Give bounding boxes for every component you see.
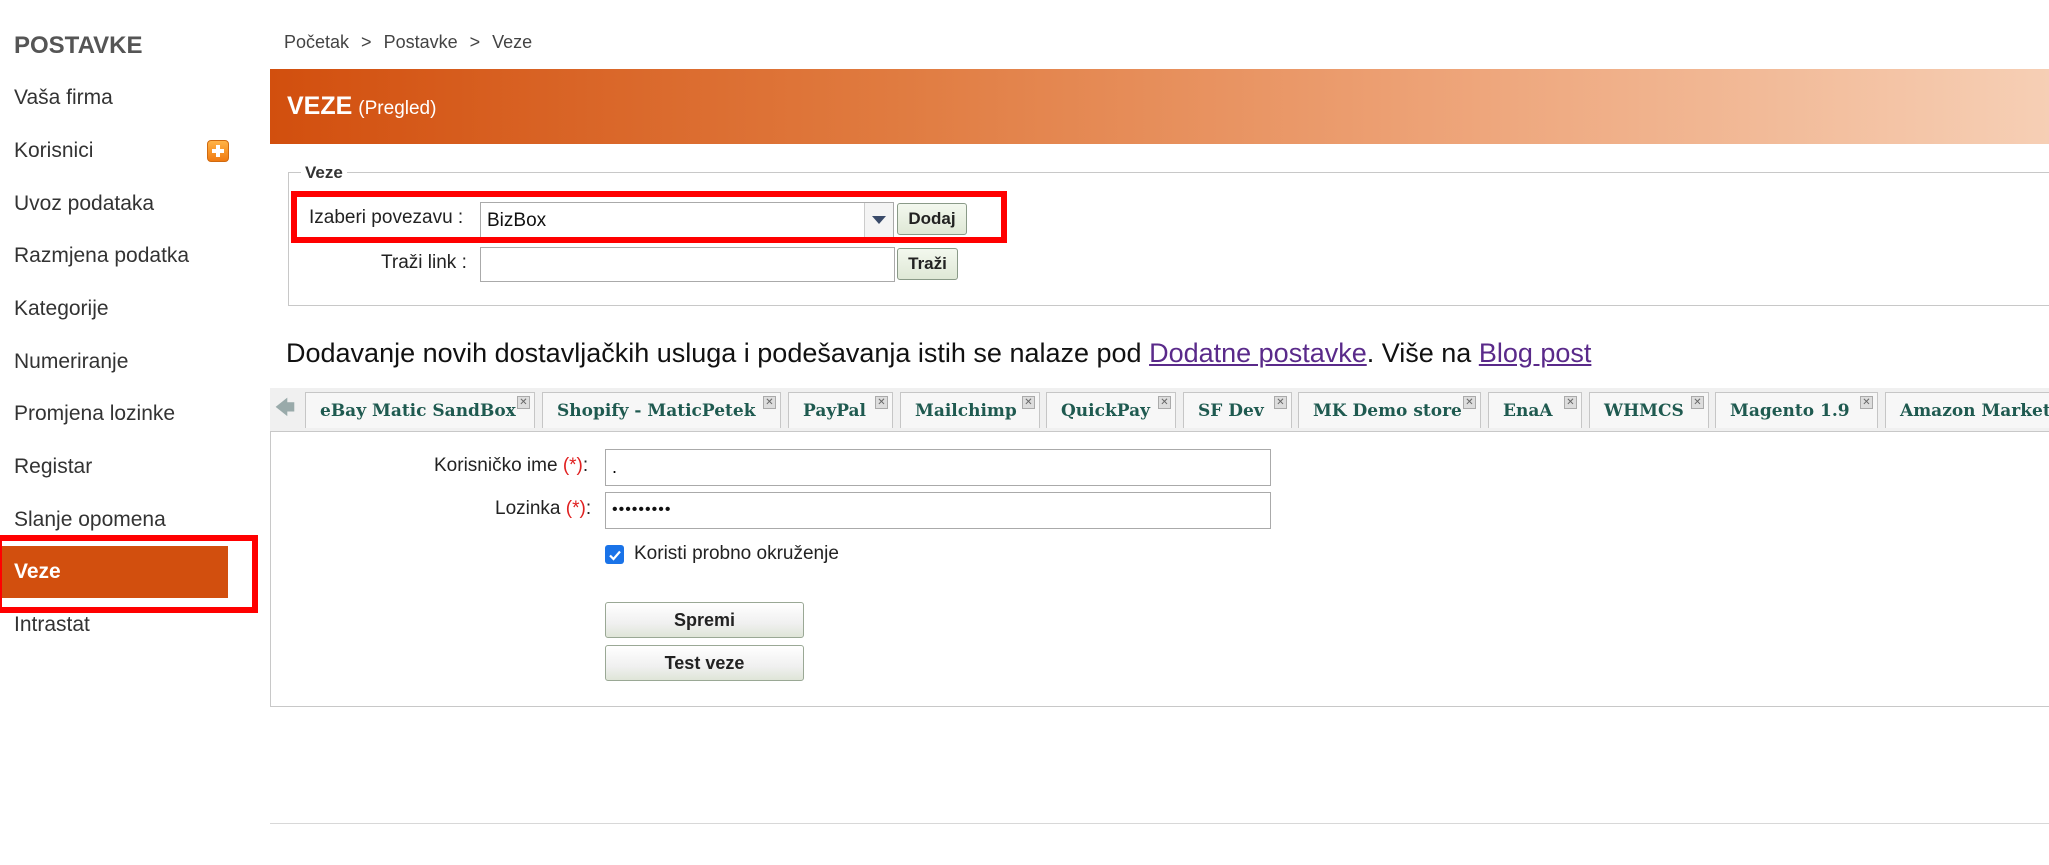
- breadcrumb-separator: >: [361, 32, 372, 52]
- close-icon[interactable]: ✕: [1860, 396, 1873, 409]
- sidebar-item-razmjena-podatka[interactable]: Razmjena podatka: [14, 244, 189, 268]
- connection-select[interactable]: BizBox: [480, 202, 894, 238]
- sidebar-item-uvoz-podataka[interactable]: Uvoz podataka: [14, 192, 154, 216]
- close-icon[interactable]: ✕: [1274, 396, 1287, 409]
- tab-quickpay[interactable]: QuickPay ✕: [1046, 392, 1176, 428]
- tab-whmcs[interactable]: WHMCS ✕: [1589, 392, 1709, 428]
- page-header: VEZE (Pregled): [270, 69, 2049, 144]
- sandbox-checkbox[interactable]: [605, 545, 624, 564]
- info-text-middle: . Više na: [1366, 338, 1479, 368]
- divider: [270, 823, 2049, 824]
- tab-sf-dev[interactable]: SF Dev ✕: [1183, 392, 1292, 428]
- breadcrumb: Početak > Postavke > Veze: [284, 32, 532, 53]
- tab-shopify-maticpetek[interactable]: Shopify - MaticPetek ✕: [542, 392, 781, 428]
- arrow-left-icon[interactable]: 🡄: [270, 392, 300, 428]
- tab-ebay-matic-sandbox[interactable]: eBay Matic SandBox ✕: [305, 392, 535, 428]
- sidebar: POSTAVKE Vaša firma Korisnici Uvoz podat…: [0, 0, 260, 865]
- blog-post-link[interactable]: Blog post: [1479, 338, 1592, 368]
- page-title: VEZE: [287, 92, 353, 120]
- sandbox-checkbox-label: Koristi probno okruženje: [634, 543, 839, 564]
- info-text: Dodavanje novih dostavljačkih usluga i p…: [286, 338, 1591, 369]
- close-icon[interactable]: ✕: [1022, 396, 1035, 409]
- close-icon[interactable]: ✕: [1158, 396, 1171, 409]
- required-mark: (*): [565, 498, 586, 519]
- sidebar-item-korisnici[interactable]: Korisnici: [14, 139, 93, 163]
- checkmark-icon: [608, 550, 621, 561]
- sidebar-item-numeriranje[interactable]: Numeriranje: [14, 350, 128, 374]
- sidebar-item-registar[interactable]: Registar: [14, 455, 92, 479]
- sidebar-item-kategorije[interactable]: Kategorije: [14, 297, 109, 321]
- breadcrumb-item-pocetak[interactable]: Početak: [284, 32, 349, 52]
- add-button[interactable]: Dodaj: [897, 203, 967, 235]
- sidebar-title: POSTAVKE: [14, 32, 143, 59]
- chevron-down-icon[interactable]: [864, 203, 893, 237]
- username-label: Korisničko ime (*):: [434, 455, 589, 476]
- tab-amazon-marketplace[interactable]: Amazon Marketp: [1885, 392, 2049, 428]
- password-field[interactable]: •••••••••: [605, 492, 1271, 529]
- connection-select-value: BizBox: [487, 210, 547, 231]
- sidebar-item-vasa-firma[interactable]: Vaša firma: [14, 86, 113, 110]
- close-icon[interactable]: ✕: [517, 396, 530, 409]
- breadcrumb-item-postavke[interactable]: Postavke: [384, 32, 458, 52]
- test-connection-button[interactable]: Test veze: [605, 645, 804, 681]
- sidebar-item-slanje-opomena[interactable]: Slanje opomena: [14, 508, 166, 532]
- save-button[interactable]: Spremi: [605, 602, 804, 638]
- sidebar-item-veze[interactable]: Veze: [0, 546, 228, 598]
- breadcrumb-item-veze: Veze: [492, 32, 533, 52]
- dodatne-postavke-link[interactable]: Dodatne postavke: [1149, 338, 1367, 368]
- info-text-start: Dodavanje novih dostavljačkih usluga i p…: [286, 338, 1150, 368]
- connections-fieldset: Veze: [288, 163, 2049, 306]
- sidebar-item-promjena-lozinke[interactable]: Promjena lozinke: [14, 402, 175, 426]
- tab-enaa[interactable]: EnaA ✕: [1488, 392, 1582, 428]
- close-icon[interactable]: ✕: [875, 396, 888, 409]
- breadcrumb-separator: >: [469, 32, 481, 52]
- password-value: •••••••••: [612, 501, 672, 518]
- close-icon[interactable]: ✕: [1463, 396, 1476, 409]
- select-connection-label: Izaberi povezavu :: [309, 207, 464, 228]
- close-icon[interactable]: ✕: [1564, 396, 1577, 409]
- page-subtitle: (Pregled): [358, 98, 437, 119]
- tab-mailchimp[interactable]: Mailchimp ✕: [900, 392, 1040, 428]
- required-mark: (*): [562, 455, 583, 476]
- add-user-icon[interactable]: [207, 140, 229, 162]
- username-field[interactable]: [605, 449, 1271, 486]
- tab-paypal[interactable]: PayPal ✕: [788, 392, 893, 428]
- search-button[interactable]: Traži: [897, 248, 958, 280]
- tab-magento-1-9[interactable]: Magento 1.9 ✕: [1715, 392, 1878, 428]
- sidebar-item-intrastat[interactable]: Intrastat: [14, 613, 90, 637]
- password-label: Lozinka (*):: [495, 498, 592, 519]
- search-link-input[interactable]: [480, 247, 895, 282]
- fieldset-legend: Veze: [301, 163, 347, 183]
- search-link-label: Traži link :: [381, 252, 467, 273]
- close-icon[interactable]: ✕: [763, 396, 776, 409]
- tab-mk-demo-store[interactable]: MK Demo store ✕: [1298, 392, 1481, 428]
- close-icon[interactable]: ✕: [1691, 396, 1704, 409]
